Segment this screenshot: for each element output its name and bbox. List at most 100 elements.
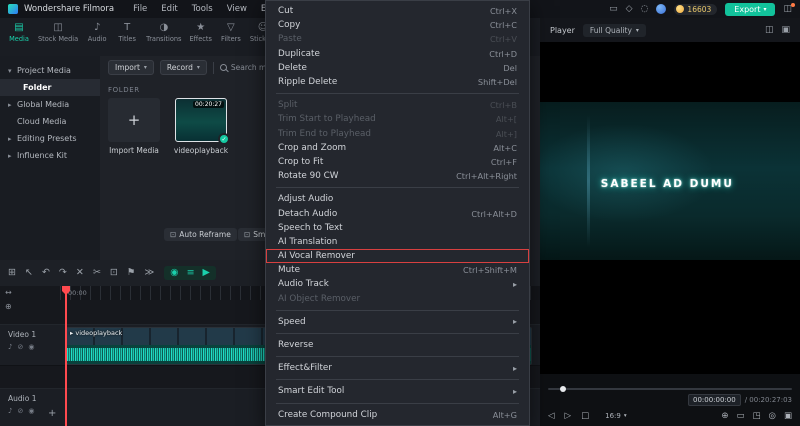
menu-item-mute[interactable]: Mute Ctrl+Shift+M xyxy=(266,263,529,277)
import-media-tile[interactable]: + xyxy=(108,98,160,142)
fit-screen-icon[interactable]: ▭ xyxy=(736,412,744,421)
stop-icon[interactable]: □ xyxy=(581,412,589,421)
menu-item-label: Detach Audio xyxy=(278,208,338,219)
menu-item-shortcut: Ctrl+C xyxy=(489,20,517,31)
preview-mode-icon[interactable]: ▣ xyxy=(781,25,790,35)
menu-item-ripple-delete[interactable]: Ripple Delete Shift+Del xyxy=(266,75,529,89)
menu-item-crop-to-fit[interactable]: Crop to Fit Ctrl+F xyxy=(266,155,529,169)
import-button[interactable]: Import ▾ xyxy=(108,60,154,75)
menu-item-cut[interactable]: Cut Ctrl+X xyxy=(266,4,529,18)
menu-item-reverse[interactable]: Reverse xyxy=(266,338,529,352)
tab-audio[interactable]: ♪ Audio xyxy=(82,23,112,44)
ratio-dropdown[interactable]: 16:9 ▾ xyxy=(605,412,627,420)
zoom-icon[interactable]: ⊕ xyxy=(721,412,728,421)
menu-divider xyxy=(276,356,519,358)
video-overlay-text: SABEEL AD DUMU xyxy=(600,178,734,191)
voiceover-record-icon[interactable]: ◉ xyxy=(170,268,178,278)
menu-item-copy[interactable]: Copy Ctrl+C xyxy=(266,18,529,32)
marker-icon[interactable]: ⚑ xyxy=(127,268,136,278)
menu-item-label: Trim End to Playhead xyxy=(278,128,371,139)
menu-item-effect-filter[interactable]: Effect&Filter ▸ xyxy=(266,361,529,375)
tab-filters[interactable]: ▽ Filters xyxy=(216,23,246,44)
snap-toggle-icon[interactable]: ⊕ xyxy=(5,303,12,311)
pan-mode-icon[interactable]: ↔ xyxy=(5,289,12,297)
pointer-icon[interactable]: ↖ xyxy=(25,268,33,278)
more-tools-icon[interactable]: ≫ xyxy=(144,268,154,278)
pip-icon[interactable]: ◳ xyxy=(753,412,761,421)
export-label: Export xyxy=(734,4,761,14)
nav-item-global-media[interactable]: ▸ Global Media xyxy=(0,96,100,113)
audio-mixer-icon[interactable]: ≡ xyxy=(187,268,195,278)
tab-label: Audio xyxy=(87,35,107,43)
menu-item-smart-edit-tool[interactable]: Smart Edit Tool ▸ xyxy=(266,384,529,398)
nav-item-project-media[interactable]: ▾ Project Media xyxy=(0,62,100,79)
display-icon[interactable]: ▭ xyxy=(609,4,618,14)
menu-item-shortcut: Ctrl+X xyxy=(489,6,517,17)
nav-item-cloud-media[interactable]: Cloud Media xyxy=(0,113,100,130)
nav-item-folder[interactable]: Folder xyxy=(0,79,100,96)
record-label: Record xyxy=(166,63,193,72)
videoplayback-tile[interactable]: 00:20:27 ✓ xyxy=(175,98,230,145)
menu-file[interactable]: File xyxy=(126,4,154,14)
menu-view[interactable]: View xyxy=(220,4,254,14)
track-lock-icon[interactable]: ⊘ xyxy=(17,344,23,351)
add-track-button[interactable]: + xyxy=(48,408,56,419)
menu-item-rotate-90-cw[interactable]: Rotate 90 CW Ctrl+Alt+Right xyxy=(266,169,529,183)
menu-item-crop-and-zoom[interactable]: Crop and Zoom Alt+C xyxy=(266,141,529,155)
menu-item-audio-track[interactable]: Audio Track ▸ xyxy=(266,277,529,291)
crop-icon[interactable]: ⊡ xyxy=(110,268,118,278)
menu-item-create-compound-clip[interactable]: Create Compound Clip Alt+G xyxy=(266,408,529,422)
menu-item-detach-audio[interactable]: Detach Audio Ctrl+Alt+D xyxy=(266,206,529,220)
playhead[interactable] xyxy=(65,286,67,426)
track-lock-icon[interactable]: ⊘ xyxy=(17,408,23,415)
menu-item-delete[interactable]: Delete Del xyxy=(266,61,529,75)
timecode-current[interactable]: 00:00:00:00 xyxy=(687,394,741,406)
quality-value: Full Quality xyxy=(589,25,632,35)
coin-icon xyxy=(676,5,685,13)
menu-item-speech-to-text[interactable]: Speech to Text xyxy=(266,221,529,235)
dual-preview-icon[interactable]: ◫ xyxy=(765,25,774,35)
menu-edit[interactable]: Edit xyxy=(154,4,184,14)
record-button[interactable]: Record ▾ xyxy=(159,60,207,75)
render-preview-icon[interactable]: ▶ xyxy=(203,268,210,278)
track-visibility-icon[interactable]: ◉ xyxy=(28,344,34,351)
voiceover-icon[interactable]: ◇ xyxy=(626,4,633,14)
menu-item-duplicate[interactable]: Duplicate Ctrl+D xyxy=(266,47,529,61)
preview-stage[interactable]: SABEEL AD DUMU xyxy=(540,42,800,374)
fullscreen-icon[interactable]: ▣ xyxy=(784,412,792,421)
menu-tools[interactable]: Tools xyxy=(185,4,220,14)
nav-item-editing-presets[interactable]: ▸ Editing Presets xyxy=(0,130,100,147)
seek-bar[interactable] xyxy=(548,386,792,392)
tab-stock-media[interactable]: ◫ Stock Media xyxy=(34,23,82,44)
workspace-layout-icon[interactable]: ◫ xyxy=(783,2,795,14)
folder-section-label: FOLDER xyxy=(108,86,140,94)
track-visibility-icon[interactable]: ◉ xyxy=(28,408,34,415)
menu-item-speed[interactable]: Speed ▸ xyxy=(266,315,529,329)
snapshot-icon[interactable]: ◎ xyxy=(769,412,776,421)
delete-icon[interactable]: ✕ xyxy=(76,268,84,278)
quality-dropdown[interactable]: Full Quality ▾ xyxy=(582,23,646,37)
track-mute-icon[interactable]: ♪ xyxy=(8,408,12,415)
previous-frame-icon[interactable]: ◁ xyxy=(548,412,555,421)
menu-item-adjust-audio[interactable]: Adjust Audio xyxy=(266,192,529,206)
coin-badge[interactable]: 16603 xyxy=(674,3,718,15)
export-button[interactable]: Export ▾ xyxy=(725,2,776,16)
redo-icon[interactable]: ↷ xyxy=(59,268,67,278)
auto-reframe-button[interactable]: ⊡ Auto Reframe xyxy=(164,228,237,241)
tab-transitions[interactable]: ◑ Transitions xyxy=(142,23,185,44)
chevron-down-icon: ▾ xyxy=(196,64,200,71)
undo-icon[interactable]: ↶ xyxy=(42,268,50,278)
tab-effects[interactable]: ★ Effects xyxy=(185,23,215,44)
avatar[interactable] xyxy=(656,4,667,14)
menu-item-ai-vocal-remover[interactable]: AI Vocal Remover xyxy=(266,249,529,264)
track-mute-icon[interactable]: ♪ xyxy=(8,344,12,351)
play-icon[interactable]: ▷ xyxy=(565,412,572,421)
seek-handle[interactable] xyxy=(560,386,566,392)
notifications-icon[interactable]: ◌ xyxy=(641,4,649,14)
tab-media[interactable]: ▤ Media xyxy=(4,23,34,44)
nav-item-influence-kit[interactable]: ▸ Influence Kit xyxy=(0,147,100,164)
tab-titles[interactable]: T Titles xyxy=(112,23,142,44)
media-bin-icon[interactable]: ⊞ xyxy=(8,268,16,278)
menu-item-ai-translation[interactable]: AI Translation xyxy=(266,235,529,249)
scissors-icon[interactable]: ✂ xyxy=(93,268,101,278)
